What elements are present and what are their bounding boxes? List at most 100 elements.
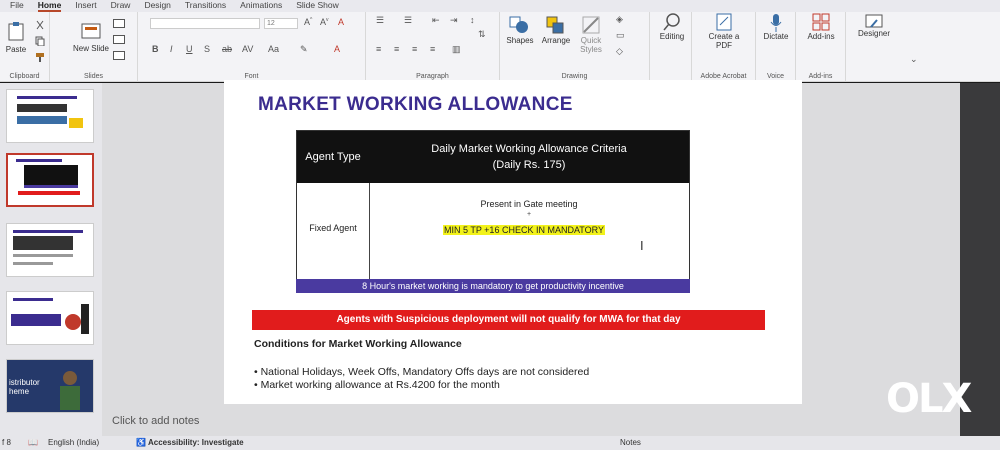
addins-group-label: Add-ins: [808, 73, 833, 80]
italic-icon[interactable]: I: [170, 44, 173, 54]
align-left-icon[interactable]: ≡: [376, 44, 381, 54]
text-direction-icon[interactable]: ⇅: [478, 29, 486, 40]
clipboard-group: Paste Clipboard: [0, 12, 50, 82]
shadow-icon[interactable]: S: [204, 44, 210, 54]
notes-button[interactable]: Notes: [620, 436, 641, 450]
editing-label[interactable]: Editing: [652, 32, 692, 41]
notes-placeholder[interactable]: Click to add notes: [112, 415, 199, 427]
align-center-icon[interactable]: ≡: [394, 44, 399, 54]
section-icon[interactable]: [112, 50, 126, 60]
shapes-icon[interactable]: [508, 15, 530, 35]
collapse-ribbon-icon[interactable]: ⌄: [910, 54, 918, 65]
underline-icon[interactable]: U: [186, 44, 193, 54]
justify-icon[interactable]: ≡: [430, 44, 435, 54]
paste-label[interactable]: Paste: [2, 45, 30, 54]
char-spacing-icon[interactable]: AV: [242, 44, 253, 54]
condition-bullet: • Market working allowance at Rs.4200 fo…: [254, 379, 500, 391]
bullets-icon[interactable]: ☰: [376, 15, 384, 26]
language-indicator[interactable]: English (India): [48, 436, 99, 450]
paste-icon[interactable]: [6, 20, 26, 42]
font-color-icon[interactable]: A: [334, 44, 340, 54]
create-pdf-icon[interactable]: [714, 12, 734, 32]
voice-group-label: Voice: [766, 73, 785, 80]
format-painter-icon[interactable]: [34, 52, 46, 62]
copy-icon[interactable]: [34, 36, 46, 46]
arrange-label[interactable]: Arrange: [538, 36, 574, 45]
designer-label[interactable]: Designer: [846, 29, 902, 38]
slide-thumbnail[interactable]: istributor heme: [6, 359, 94, 413]
slide-thumbnail[interactable]: [6, 223, 94, 277]
ribbon-tabs: File Home Insert Draw Design Transitions…: [0, 0, 1000, 12]
arrange-icon[interactable]: [544, 15, 566, 35]
quick-styles-label[interactable]: Quick Styles: [574, 36, 608, 54]
slide[interactable]: MARKET WORKING ALLOWANCE Agent Type Dail…: [224, 80, 802, 404]
font-size-select[interactable]: 12: [264, 18, 298, 29]
decrease-indent-icon[interactable]: ⇤: [432, 15, 440, 26]
font-group-label: Font: [244, 73, 259, 80]
change-case-icon[interactable]: Aa: [268, 44, 279, 54]
ribbon: Paste Clipboard New Slide Slides 12 A^ A…: [0, 12, 1000, 82]
spellcheck-icon[interactable]: 📖: [28, 436, 38, 450]
shape-effects-icon[interactable]: ◇: [616, 46, 623, 57]
align-right-icon[interactable]: ≡: [412, 44, 417, 54]
columns-icon[interactable]: ▥: [452, 44, 461, 55]
quick-styles-icon[interactable]: [580, 15, 602, 35]
tab-design[interactable]: Design: [144, 0, 170, 12]
add-ins-icon[interactable]: [811, 12, 831, 32]
add-ins-label[interactable]: Add-ins: [796, 32, 846, 41]
text-cursor-icon: I: [640, 238, 644, 253]
shape-outline-icon[interactable]: ▭: [616, 30, 625, 41]
tab-draw[interactable]: Draw: [111, 0, 131, 12]
microphone-icon[interactable]: [768, 12, 784, 34]
table-header-agent-type: Agent Type: [297, 131, 369, 183]
tab-file[interactable]: File: [10, 0, 24, 12]
criteria-plus: +: [526, 211, 532, 218]
bold-icon[interactable]: B: [152, 44, 159, 54]
reset-icon[interactable]: [112, 34, 126, 44]
slides-group-label: Slides: [83, 73, 104, 80]
row-label-fixed-agent: Fixed Agent: [309, 223, 357, 233]
dictate-label[interactable]: Dictate: [756, 32, 796, 41]
highlight-icon[interactable]: ✎: [300, 44, 308, 55]
slides-group: New Slide Slides: [50, 12, 138, 82]
create-pdf-label[interactable]: Create a PDF: [700, 32, 748, 50]
allowance-table[interactable]: Agent Type Daily Market Working Allowanc…: [296, 130, 690, 280]
addins-group: Add-ins Add-ins: [796, 12, 846, 82]
tab-insert[interactable]: Insert: [75, 0, 96, 12]
strikethrough-icon[interactable]: ab: [222, 44, 232, 54]
font-name-select[interactable]: [150, 18, 260, 29]
slide-title[interactable]: MARKET WORKING ALLOWANCE: [258, 94, 573, 116]
paragraph-group: ☰ ☰ ⇤ ⇥ ↕ ≡ ≡ ≡ ≡ ▥ ⇅ Paragraph: [366, 12, 500, 82]
accessibility-status[interactable]: Accessibility: Investigate: [148, 436, 244, 450]
slide-indicator: f 8: [2, 438, 11, 447]
increase-indent-icon[interactable]: ⇥: [450, 15, 458, 26]
search-icon[interactable]: [662, 12, 682, 32]
tab-animations[interactable]: Animations: [240, 0, 282, 12]
tab-home[interactable]: Home: [37, 0, 62, 12]
slide-thumbnail[interactable]: [6, 89, 94, 143]
new-slide-icon[interactable]: [80, 20, 102, 42]
thumbnail-text: heme: [9, 387, 30, 396]
accessibility-icon[interactable]: ♿: [136, 436, 146, 450]
new-slide-label[interactable]: New Slide: [72, 44, 110, 53]
cut-icon[interactable]: [34, 20, 46, 30]
line-spacing-icon[interactable]: ↕: [470, 15, 475, 25]
condition-bullet: • National Holidays, Week Offs, Mandator…: [254, 366, 590, 378]
shapes-label[interactable]: Shapes: [504, 36, 536, 45]
criteria-check-in: MIN 5 TP +16 CHECK IN MANDATORY: [443, 225, 605, 235]
editing-group: Editing: [650, 12, 692, 82]
clear-format-icon[interactable]: A: [338, 17, 344, 27]
shape-fill-icon[interactable]: ◈: [616, 14, 623, 25]
layout-icon[interactable]: [112, 18, 126, 28]
conditions-title: Conditions for Market Working Allowance: [254, 338, 462, 350]
grow-font-icon[interactable]: A^: [304, 17, 312, 27]
numbering-icon[interactable]: ☰: [404, 15, 412, 26]
slide-thumbnail-selected[interactable]: [6, 153, 94, 207]
font-group: 12 A^ Av A B I U S ab AV Aa ✎ A Font: [138, 12, 366, 82]
clipboard-group-label: Clipboard: [9, 73, 40, 80]
designer-group: Designer: [846, 12, 902, 82]
slide-thumbnail[interactable]: [6, 291, 94, 345]
tab-slide-show[interactable]: Slide Show: [296, 0, 339, 12]
shrink-font-icon[interactable]: Av: [320, 17, 329, 27]
tab-transitions[interactable]: Transitions: [185, 0, 226, 12]
